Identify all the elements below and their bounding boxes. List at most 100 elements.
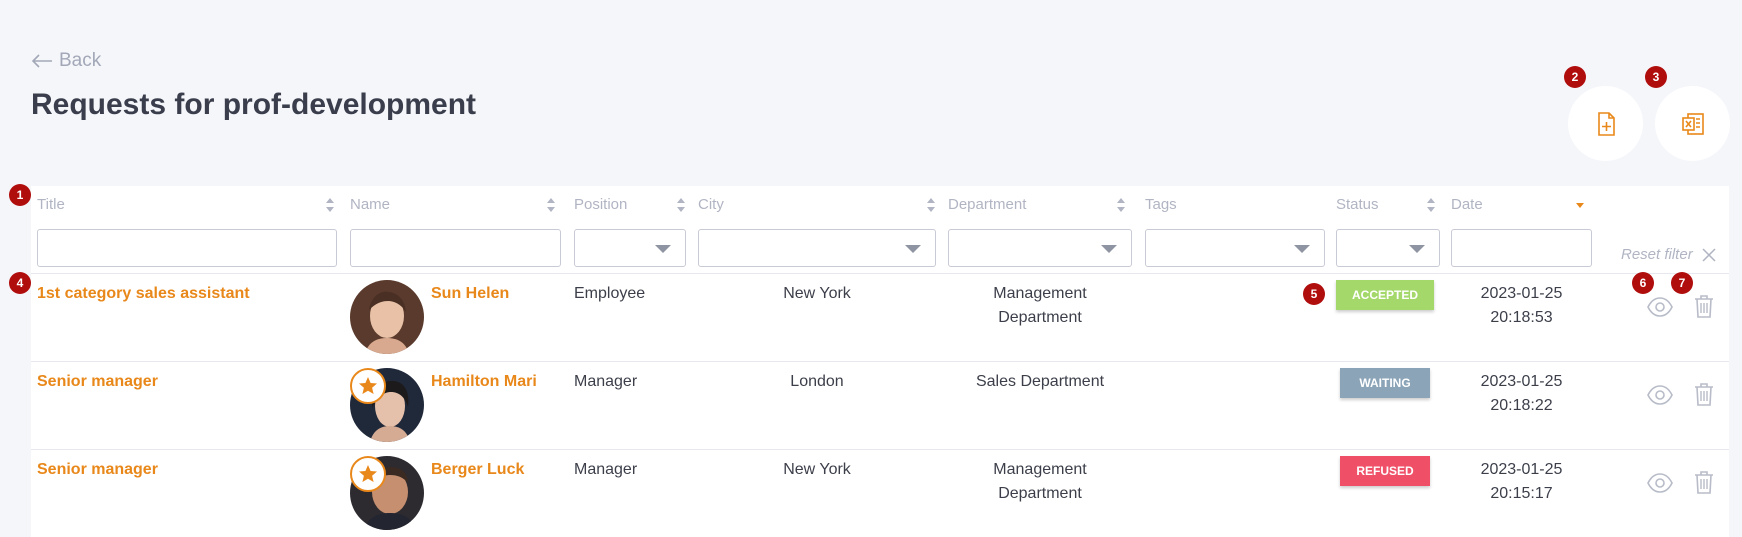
column-header-name[interactable]: Name [350, 196, 556, 213]
marker-4: 4 [9, 272, 31, 294]
column-tags-label: Tags [1145, 196, 1177, 213]
column-header-date[interactable]: Date [1451, 196, 1585, 213]
employee-name-link[interactable]: Sun Helen [431, 282, 509, 306]
chevron-down-icon [655, 245, 671, 253]
chevron-down-icon [1101, 245, 1117, 253]
department-filter-select[interactable] [948, 229, 1132, 267]
back-label: Back [59, 50, 102, 71]
add-document-button[interactable] [1568, 86, 1643, 161]
name-filter-input[interactable] [350, 229, 561, 267]
reset-filter-label: Reset filter [1621, 246, 1693, 263]
city-cell: London [790, 373, 844, 390]
column-title-label: Title [37, 196, 65, 213]
chevron-down-icon [1294, 245, 1310, 253]
view-eye-icon[interactable] [1647, 382, 1673, 408]
tags-filter-select[interactable] [1145, 229, 1325, 267]
marker-5: 5 [1303, 283, 1325, 305]
trash-icon[interactable] [1691, 381, 1717, 407]
sort-icon [547, 197, 555, 212]
column-name-label: Name [350, 196, 391, 213]
sort-desc-icon [1576, 202, 1584, 208]
trash-icon[interactable] [1691, 469, 1717, 495]
table-row: Senior manager Hamilton Mari Manager Lon… [31, 361, 1729, 449]
trash-icon[interactable] [1691, 293, 1717, 319]
employee-name-link[interactable]: Berger Luck [431, 458, 524, 482]
position-cell: Employee [574, 285, 646, 302]
department-line-2: Department [998, 309, 1082, 326]
marker-1: 1 [9, 184, 31, 206]
requests-table: Title Name Position City Department Tags… [31, 186, 1729, 537]
column-status-label: Status [1336, 196, 1379, 213]
excel-icon [1681, 112, 1704, 135]
chevron-down-icon [1409, 245, 1425, 253]
status-badge[interactable]: WAITING [1340, 368, 1430, 398]
export-excel-button[interactable] [1655, 86, 1730, 161]
department-cell: Management Department [948, 458, 1132, 506]
city-cell: New York [783, 285, 851, 302]
close-icon [1702, 247, 1716, 262]
status-badge[interactable]: REFUSED [1340, 456, 1430, 486]
status-badge[interactable]: ACCEPTED [1336, 280, 1434, 310]
sort-icon [677, 197, 685, 212]
column-header-status[interactable]: Status [1336, 196, 1436, 213]
sort-icon [1117, 197, 1125, 212]
column-header-position[interactable]: Position [574, 196, 686, 213]
featured-badge [350, 456, 386, 492]
column-position-label: Position [574, 196, 628, 213]
department-line-2: Department [998, 485, 1082, 502]
position-cell: Manager [574, 373, 638, 390]
column-header-department[interactable]: Department [948, 196, 1126, 213]
sort-icon [927, 197, 935, 212]
star-icon [359, 377, 377, 394]
column-header-city[interactable]: City [698, 196, 936, 213]
date-filter-input[interactable] [1451, 229, 1592, 267]
person-photo-icon [350, 280, 424, 354]
column-date-label: Date [1451, 196, 1483, 213]
back-link[interactable]: Back [31, 50, 101, 72]
department-line-1: Management [993, 461, 1087, 478]
position-filter-select[interactable] [574, 229, 686, 267]
date-value: 2023-01-25 [1480, 285, 1563, 302]
chevron-down-icon [905, 245, 921, 253]
title-filter-input[interactable] [37, 229, 337, 267]
date-cell: 2023-01-25 20:18:53 [1451, 282, 1592, 330]
department-cell: Sales Department [948, 370, 1132, 394]
column-header-tags: Tags [1145, 196, 1305, 213]
department-cell: Management Department [948, 282, 1132, 330]
arrow-left-icon [31, 54, 52, 68]
sort-icon [1427, 197, 1435, 212]
date-cell: 2023-01-25 20:18:22 [1451, 370, 1592, 418]
time-value: 20:18:53 [1490, 309, 1553, 326]
star-icon [359, 465, 377, 482]
file-plus-icon [1597, 111, 1615, 136]
date-cell: 2023-01-25 20:15:17 [1451, 458, 1592, 506]
marker-7: 7 [1671, 272, 1693, 294]
marker-3: 3 [1645, 66, 1667, 88]
sort-icon [326, 197, 334, 212]
request-title-link[interactable]: 1st category sales assistant [37, 282, 250, 306]
employee-name-link[interactable]: Hamilton Mari [431, 370, 537, 394]
time-value: 20:15:17 [1490, 485, 1553, 502]
department-line-1: Management [993, 285, 1087, 302]
page-title: Requests for prof-development [31, 88, 477, 121]
marker-6: 6 [1632, 272, 1654, 294]
column-department-label: Department [948, 196, 1027, 213]
position-cell: Manager [574, 461, 638, 478]
marker-2: 2 [1564, 66, 1586, 88]
date-value: 2023-01-25 [1480, 461, 1563, 478]
request-title-link[interactable]: Senior manager [37, 458, 158, 482]
date-value: 2023-01-25 [1480, 373, 1563, 390]
city-cell: New York [783, 461, 851, 478]
view-eye-icon[interactable] [1647, 470, 1673, 496]
featured-badge [350, 368, 386, 404]
department-line-1: Sales Department [975, 373, 1105, 390]
view-eye-icon[interactable] [1647, 294, 1673, 320]
table-row: 1st category sales assistant Sun Helen E… [31, 273, 1729, 361]
request-title-link[interactable]: Senior manager [37, 370, 158, 394]
city-filter-select[interactable] [698, 229, 936, 267]
time-value: 20:18:22 [1490, 397, 1553, 414]
status-filter-select[interactable] [1336, 229, 1440, 267]
column-header-title[interactable]: Title [37, 196, 335, 213]
reset-filter-button[interactable]: Reset filter [1621, 246, 1717, 263]
avatar [350, 280, 424, 354]
